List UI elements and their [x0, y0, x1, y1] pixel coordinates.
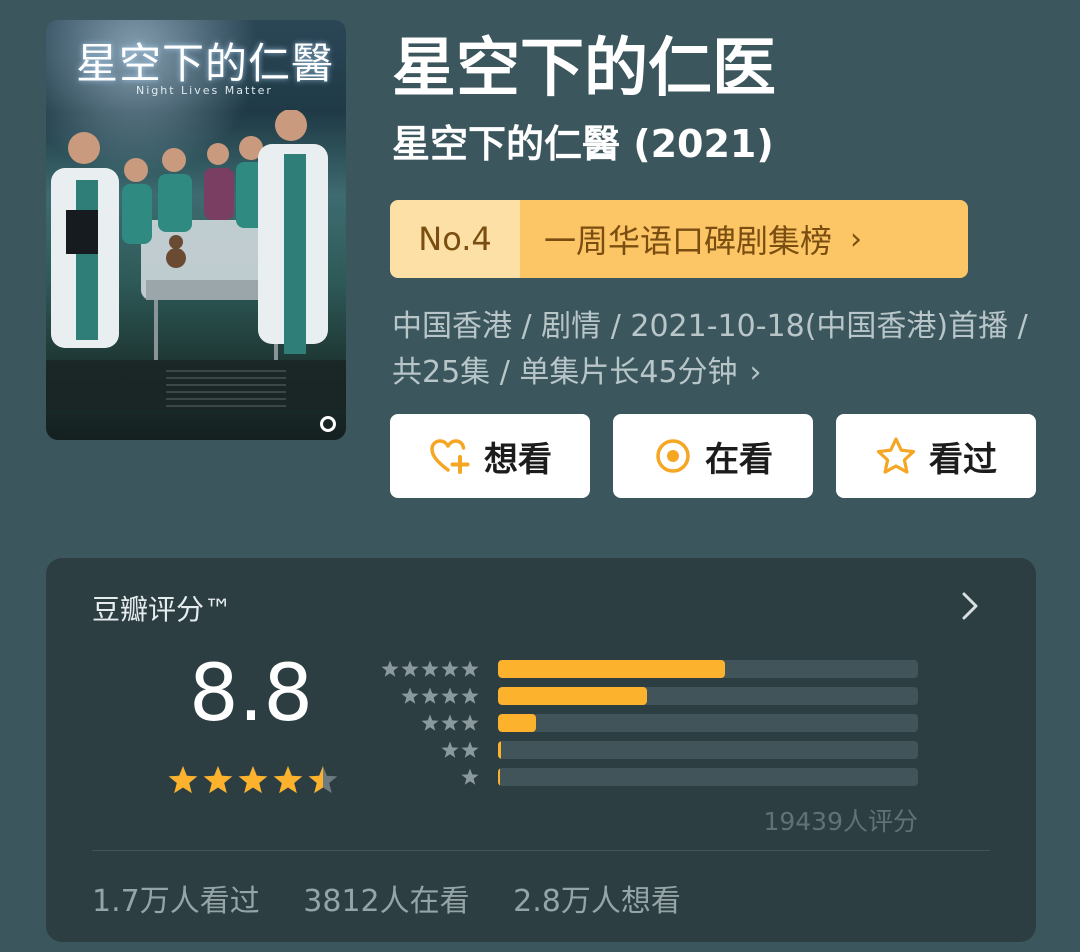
star-outline-icon — [876, 437, 916, 474]
distribution-row — [376, 764, 936, 791]
star-small-icon — [461, 741, 479, 758]
tvb-logo-icon — [320, 416, 336, 432]
info-text: 中国香港 / 剧情 / 2021-10-18(中国香港)首播 / 共25集 / … — [392, 309, 1028, 390]
rating-stars — [168, 766, 338, 794]
star-small-icon — [421, 687, 439, 704]
stats-watching[interactable]: 3812人在看 — [303, 884, 469, 919]
distribution-stars-icon — [421, 714, 479, 731]
distribution-track — [498, 660, 918, 678]
star-small-icon — [461, 660, 479, 677]
chevron-right-icon: › — [850, 221, 863, 257]
distribution-row — [376, 710, 936, 737]
page-title: 星空下的仁医 — [392, 32, 776, 106]
stats-want[interactable]: 2.8万人想看 — [513, 884, 681, 919]
star-small-icon — [421, 714, 439, 731]
rating-distribution — [376, 656, 936, 791]
chevron-right-icon: › — [749, 355, 762, 390]
heart-plus-icon — [430, 439, 470, 474]
info-line[interactable]: 中国香港 / 剧情 / 2021-10-18(中国香港)首播 / 共25集 / … — [392, 304, 1032, 396]
distribution-row — [376, 683, 936, 710]
star-small-icon — [461, 687, 479, 704]
distribution-bar — [498, 714, 536, 732]
rating-score: 8.8 — [188, 649, 314, 739]
distribution-stars-icon — [441, 741, 479, 758]
distribution-track — [498, 741, 918, 759]
distribution-bar — [498, 768, 501, 786]
distribution-stars-icon — [381, 660, 479, 677]
star-small-icon — [461, 768, 479, 785]
watching-label: 在看 — [705, 439, 773, 480]
star-small-icon — [461, 714, 479, 731]
distribution-track — [498, 687, 918, 705]
star-filled-icon — [238, 766, 268, 794]
distribution-row — [376, 656, 936, 683]
distribution-row — [376, 737, 936, 764]
rating-card: 豆瓣评分™ 8.8 19439人评分 1.7万人看过 3812人在看 2.8万人… — [46, 558, 1036, 942]
distribution-bar — [498, 741, 501, 759]
rating-title: 豆瓣评分™ — [92, 593, 233, 626]
distribution-stars-icon — [461, 768, 479, 785]
watched-button[interactable]: 看过 — [836, 414, 1036, 498]
chevron-right-icon[interactable] — [954, 588, 986, 624]
poster-cast-illustration — [46, 110, 346, 410]
watched-label: 看过 — [929, 439, 997, 480]
star-small-icon — [401, 660, 419, 677]
star-small-icon — [441, 687, 459, 704]
distribution-bar — [498, 660, 725, 678]
rank-banner[interactable]: No.4 一周华语口碑剧集榜 › — [390, 200, 968, 278]
target-icon — [656, 439, 690, 473]
rank-number: No.4 — [390, 200, 520, 278]
star-small-icon — [441, 741, 459, 758]
rating-count: 19439人评分 — [763, 807, 918, 836]
distribution-bar — [498, 687, 648, 705]
watching-button[interactable]: 在看 — [613, 414, 813, 498]
poster-subtitle: Night Lives Matter — [136, 84, 273, 97]
poster-image[interactable]: 星空下的仁醫 Night Lives Matter — [46, 20, 346, 440]
original-title: 星空下的仁醫 (2021) — [392, 122, 774, 166]
distribution-stars-icon — [401, 687, 479, 704]
star-small-icon — [441, 714, 459, 731]
star-filled-icon — [203, 766, 233, 794]
stats-watched[interactable]: 1.7万人看过 — [92, 884, 260, 919]
rank-list-label: 一周华语口碑剧集榜 — [544, 222, 833, 260]
rank-list-link: 一周华语口碑剧集榜 › — [520, 200, 968, 278]
star-small-icon — [401, 687, 419, 704]
distribution-track — [498, 714, 918, 732]
want-to-watch-button[interactable]: 想看 — [390, 414, 590, 498]
divider — [92, 850, 990, 851]
poster-credits — [166, 370, 286, 410]
star-filled-icon — [273, 766, 303, 794]
star-small-icon — [421, 660, 439, 677]
distribution-track — [498, 768, 918, 786]
want-to-watch-label: 想看 — [484, 439, 552, 480]
star-small-icon — [381, 660, 399, 677]
poster-title: 星空下的仁醫 — [76, 39, 335, 88]
star-filled-icon — [168, 766, 198, 794]
star-small-icon — [441, 660, 459, 677]
stats-row: 1.7万人看过 3812人在看 2.8万人想看 — [92, 876, 715, 920]
